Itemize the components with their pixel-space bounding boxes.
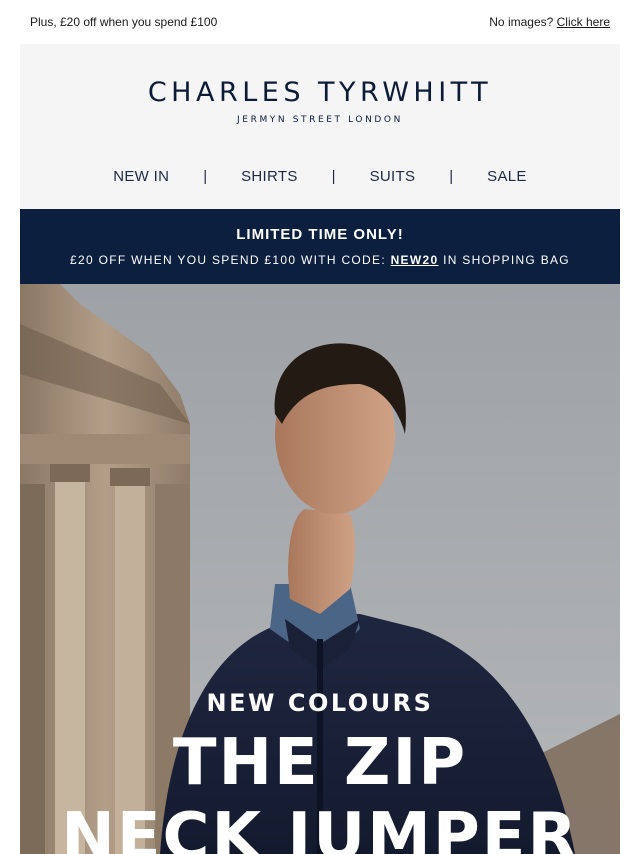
promo-code[interactable]: NEW20 [391, 253, 439, 267]
nav-separator: | [331, 167, 336, 185]
email-header: CHARLES TYRWHITT JERMYN STREET LONDON NE… [20, 44, 620, 209]
click-here-link[interactable]: Click here [557, 15, 610, 29]
preheader-bar: Plus, £20 off when you spend £100 No ima… [0, 0, 640, 44]
nav-item-suits[interactable]: SUITS [370, 168, 416, 185]
promo-line-text: £20 OFF WHEN YOU SPEND £100 WITH CODE: [70, 253, 386, 267]
main-nav: NEW IN | SHIRTS | SUITS | SALE [20, 166, 620, 186]
hero-title-line-1: THE ZIP [172, 726, 468, 800]
nav-item-new-in[interactable]: NEW IN [113, 168, 169, 185]
nav-item-sale[interactable]: SALE [487, 168, 527, 185]
promo-banner[interactable]: LIMITED TIME ONLY! £20 OFF WHEN YOU SPEN… [20, 209, 620, 284]
nav-separator: | [203, 167, 208, 185]
nav-separator: | [449, 167, 454, 185]
hero-subtitle: NEW COLOURS [206, 689, 434, 717]
promo-title: LIMITED TIME ONLY! [236, 226, 404, 243]
promo-line-suffix: IN SHOPPING BAG [443, 253, 570, 267]
nav-item-shirts[interactable]: SHIRTS [241, 168, 298, 185]
brand-logo-subtext: JERMYN STREET LONDON [237, 115, 403, 125]
hero-title: THE ZIP NECK JUMPER [20, 726, 620, 854]
hero-title-line-2: NECK JUMPER [61, 800, 579, 854]
no-images-notice: No images? Click here [489, 15, 610, 29]
hero-banner[interactable]: NEW COLOURS THE ZIP NECK JUMPER [20, 284, 620, 854]
promo-line: £20 OFF WHEN YOU SPEND £100 WITH CODE: N… [20, 253, 620, 267]
preheader-offer-text: Plus, £20 off when you spend £100 [30, 15, 218, 29]
brand-logo[interactable]: CHARLES TYRWHITT [20, 78, 620, 108]
no-images-text: No images? [489, 15, 554, 29]
